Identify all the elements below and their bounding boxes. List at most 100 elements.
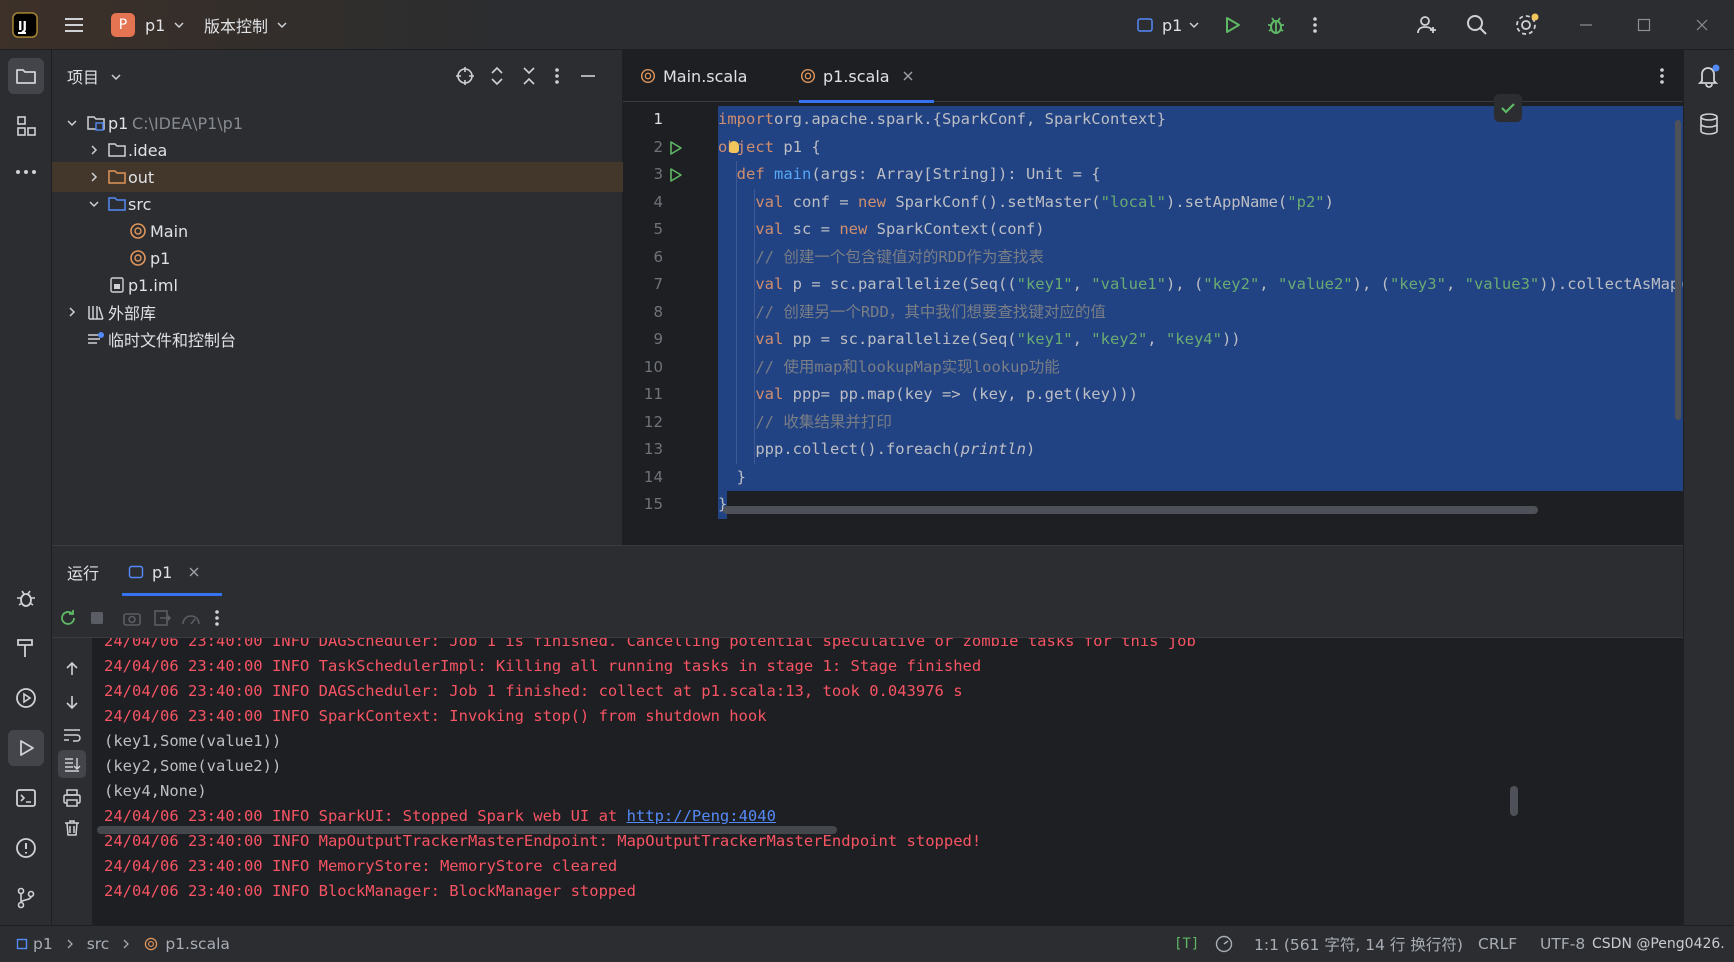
- console-hscrollbar[interactable]: [97, 826, 837, 834]
- tree-item-idea[interactable]: .idea: [52, 135, 623, 165]
- chevron-right-icon[interactable]: [66, 306, 78, 318]
- soft-wrap-icon[interactable]: [62, 726, 82, 744]
- folder-icon: [16, 69, 36, 84]
- more-tools-button[interactable]: [8, 154, 44, 190]
- run-toolbar: [52, 598, 1683, 638]
- search-icon[interactable]: [1465, 0, 1489, 50]
- terminal-tool-button[interactable]: [8, 780, 44, 816]
- tab-main-scala[interactable]: Main.scala: [639, 50, 764, 102]
- close-window-icon[interactable]: [1694, 0, 1710, 50]
- horizontal-scrollbar[interactable]: [723, 506, 1538, 514]
- code-area[interactable]: importorg.apache.spark.{SparkConf, Spark…: [718, 102, 1683, 532]
- gauge-icon[interactable]: [180, 608, 202, 628]
- tree-item-p1-iml[interactable]: p1.iml: [52, 270, 623, 300]
- inspection-ok-badge[interactable]: [1494, 94, 1522, 122]
- vcs-menu[interactable]: 版本控制: [204, 0, 288, 50]
- git-tool-button[interactable]: [8, 880, 44, 916]
- code-line: ppp.collect().foreach(println): [755, 440, 1036, 458]
- run-button[interactable]: [1222, 0, 1242, 50]
- tab-label: Main.scala: [663, 66, 748, 86]
- chevron-right-icon[interactable]: [88, 144, 100, 156]
- tree-item-external-libs[interactable]: 外部库: [52, 297, 623, 327]
- breadcrumb-item[interactable]: src: [87, 935, 110, 953]
- code-line: // 创建一个包含键值对的RDD作为查找表: [755, 247, 1044, 266]
- project-tool-button[interactable]: [8, 58, 44, 94]
- tab-p1-scala[interactable]: p1.scala: [799, 50, 934, 103]
- app-logo-icon[interactable]: IJ: [12, 0, 38, 50]
- stop-icon[interactable]: [88, 609, 106, 627]
- problems-tool-button[interactable]: [8, 830, 44, 866]
- chevron-down-icon[interactable]: [66, 117, 78, 129]
- hide-panel-icon[interactable]: [579, 66, 597, 86]
- run-panel-header: 运行 p1: [52, 546, 1683, 598]
- chevron-down-icon: [277, 22, 287, 29]
- console-output[interactable]: 24/04/06 23:40:00 INFO DAGScheduler: Job…: [92, 638, 1683, 926]
- module-folder-icon: [87, 116, 105, 131]
- code-line: val pp = sc.parallelize(Seq("key1", "key…: [755, 330, 1241, 348]
- project-panel-title[interactable]: 项目: [67, 64, 99, 88]
- maximize-window-icon[interactable]: [1636, 0, 1652, 50]
- options-icon[interactable]: [554, 66, 560, 86]
- tree-item-main[interactable]: Main: [52, 216, 623, 246]
- line-number: 10: [643, 357, 663, 376]
- services-tool-button[interactable]: [8, 680, 44, 716]
- locate-target-icon[interactable]: [455, 66, 475, 86]
- build-tool-button[interactable]: [8, 630, 44, 666]
- power-save-icon[interactable]: [1215, 935, 1233, 953]
- arrow-down-icon[interactable]: [63, 693, 81, 711]
- project-switcher[interactable]: P p1: [111, 0, 185, 50]
- chevron-right-icon: [123, 939, 130, 949]
- main-menu-icon[interactable]: [62, 0, 86, 50]
- settings-gear-icon[interactable]: [1514, 0, 1540, 50]
- structure-tool-button[interactable]: [8, 108, 44, 144]
- tree-item-p1-object[interactable]: p1: [52, 243, 623, 273]
- close-tab-icon[interactable]: [902, 70, 914, 82]
- collapse-all-icon[interactable]: [520, 66, 538, 86]
- arrow-up-icon[interactable]: [63, 660, 81, 678]
- trash-icon[interactable]: [62, 818, 82, 838]
- chevron-right-icon[interactable]: [88, 171, 100, 183]
- chevron-down-icon[interactable]: [88, 198, 100, 210]
- vertical-scrollbar[interactable]: [1675, 120, 1681, 420]
- intention-bulb-icon[interactable]: [729, 140, 739, 153]
- tree-item-out[interactable]: out: [52, 162, 623, 192]
- run-tool-button[interactable]: [8, 730, 44, 766]
- debug-button[interactable]: [1265, 0, 1287, 50]
- readonly-badge[interactable]: [T]: [1174, 936, 1199, 952]
- file-encoding[interactable]: UTF-8: [1540, 935, 1585, 953]
- notifications-button[interactable]: [1691, 58, 1727, 94]
- debug-tool-button[interactable]: [8, 580, 44, 616]
- tree-item-label: 临时文件和控制台: [108, 331, 237, 350]
- tree-item-p1[interactable]: p1 C:\IDEA\P1\p1: [52, 108, 623, 138]
- add-user-icon[interactable]: [1415, 0, 1439, 50]
- scroll-to-end-button[interactable]: [58, 750, 86, 778]
- rerun-icon[interactable]: [58, 608, 78, 628]
- minimize-window-icon[interactable]: [1578, 0, 1594, 50]
- database-tool-button[interactable]: [1691, 106, 1727, 142]
- breadcrumb-item[interactable]: p1.scala: [165, 935, 230, 953]
- tab-options-icon[interactable]: [1659, 66, 1665, 86]
- iml-file-icon: [110, 277, 124, 293]
- more-actions-icon[interactable]: [214, 608, 220, 628]
- gutter-run-icon[interactable]: [668, 140, 684, 156]
- close-tab-icon[interactable]: [188, 566, 200, 578]
- chevron-down-icon[interactable]: [110, 71, 122, 83]
- expand-all-icon[interactable]: [488, 66, 506, 86]
- breadcrumb-item[interactable]: p1: [33, 935, 53, 953]
- tree-item-src[interactable]: src: [52, 189, 623, 219]
- tab-label: p1.scala: [823, 66, 890, 86]
- line-number: 7: [653, 275, 663, 293]
- more-actions-icon[interactable]: [1312, 0, 1318, 50]
- line-separator[interactable]: CRLF: [1478, 935, 1517, 953]
- print-icon[interactable]: [62, 788, 82, 808]
- run-config-selector[interactable]: p1: [1136, 0, 1200, 50]
- gutter-run-icon[interactable]: [668, 167, 684, 183]
- console-link[interactable]: http://Peng:4040: [627, 807, 776, 825]
- tree-item-scratches[interactable]: 临时文件和控制台: [52, 324, 623, 354]
- run-tab-p1[interactable]: p1: [122, 546, 232, 598]
- debug-bug-icon: [17, 590, 35, 607]
- camera-icon[interactable]: [122, 608, 142, 628]
- exit-icon[interactable]: [152, 608, 172, 628]
- caret-position[interactable]: 1:1 (561 字符, 14 行 换行符): [1254, 933, 1463, 955]
- console-scrollbar[interactable]: [1510, 786, 1518, 816]
